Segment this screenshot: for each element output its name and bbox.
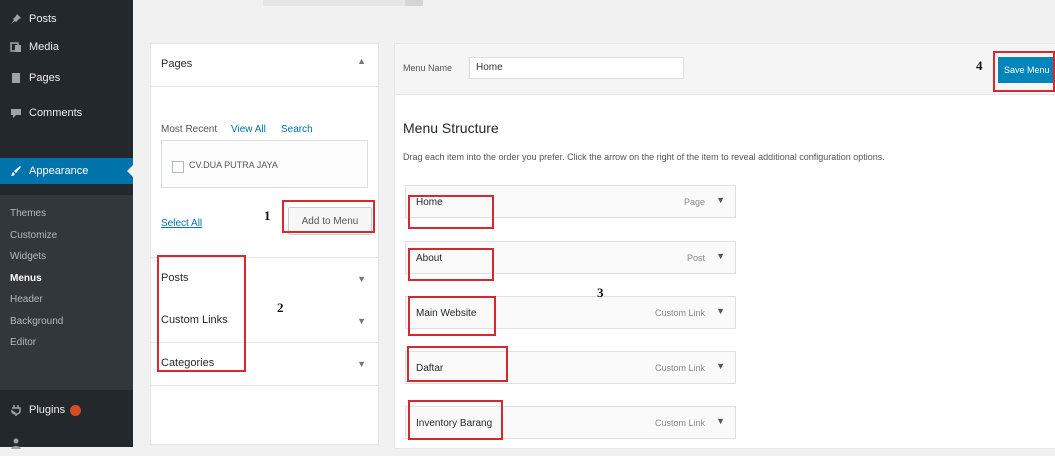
nav-label: Pages: [29, 72, 61, 84]
caret-down-icon[interactable]: ▼: [357, 274, 366, 284]
submenu-header[interactable]: Header: [10, 294, 43, 305]
nav-media[interactable]: Media: [0, 34, 133, 60]
menu-name-label: Menu Name: [403, 63, 453, 73]
expand-arrow-icon[interactable]: ▼: [716, 251, 725, 261]
highlight-home: [408, 195, 494, 229]
top-tab-2[interactable]: [405, 0, 423, 6]
menu-editor-panel: Menu Name Home Save Menu Menu Structure …: [394, 43, 1055, 449]
admin-sidebar: Posts Media Pages Comments Appearance Th…: [0, 0, 133, 449]
highlight-add-to-menu: [282, 200, 375, 233]
plugin-icon: [9, 403, 23, 417]
paintbrush-icon: [9, 164, 23, 178]
submenu-menus[interactable]: Menus: [10, 273, 42, 284]
add-menu-items-panel: Pages ▲ Most Recent View All Search CV.D…: [150, 43, 379, 445]
highlight-daftar: [407, 346, 508, 382]
step-number-1: 1: [264, 208, 271, 223]
submenu-widgets[interactable]: Widgets: [10, 251, 46, 262]
menu-item-type: Page: [683, 197, 705, 207]
menu-item-type: Custom Link: [654, 418, 705, 428]
menu-header: Menu Name Home Save Menu: [395, 44, 1055, 95]
top-tab-1[interactable]: [263, 0, 405, 6]
caret-down-icon[interactable]: ▼: [357, 316, 366, 326]
tab-search[interactable]: Search: [281, 124, 313, 135]
submenu-themes[interactable]: Themes: [10, 208, 46, 219]
menu-structure-description: Drag each item into the order you prefer…: [403, 152, 885, 162]
submenu-background[interactable]: Background: [10, 316, 63, 327]
highlight-sections: [157, 255, 246, 372]
highlight-main-website: [408, 296, 496, 336]
nav-plugins[interactable]: Plugins: [0, 397, 133, 423]
nav-label: Plugins: [29, 404, 66, 416]
media-icon: [9, 40, 23, 54]
expand-arrow-icon[interactable]: ▼: [716, 306, 725, 316]
submenu-customize[interactable]: Customize: [10, 230, 57, 241]
tab-view-all[interactable]: View All: [231, 124, 266, 135]
pages-section-title: Pages: [161, 58, 193, 70]
highlight-inventory-barang: [408, 400, 503, 440]
menu-name-input[interactable]: Home: [469, 57, 684, 79]
nav-label: Comments: [29, 107, 83, 119]
step-number-3: 3: [597, 285, 604, 300]
step-number-2: 2: [277, 300, 284, 315]
caret-up-icon[interactable]: ▲: [357, 56, 366, 66]
pages-checklist: CV.DUA PUTRA JAYA: [161, 140, 368, 188]
menu-item-type: Custom Link: [654, 308, 705, 318]
menu-structure-title: Menu Structure: [403, 120, 499, 136]
menu-item-type: Custom Link: [654, 363, 705, 373]
appearance-submenu: Themes Customize Widgets Menus Header Ba…: [0, 195, 133, 390]
nav-label: Posts: [29, 13, 57, 25]
tab-most-recent[interactable]: Most Recent: [161, 124, 217, 135]
select-all-link[interactable]: Select All: [161, 218, 202, 229]
nav-posts[interactable]: Posts: [0, 6, 133, 32]
nav-label: Appearance: [29, 165, 89, 177]
pin-icon: [9, 12, 23, 26]
nav-users-partial[interactable]: [0, 430, 133, 456]
nav-comments[interactable]: Comments: [0, 100, 133, 126]
step-number-4: 4: [976, 58, 983, 73]
pages-icon: [9, 71, 23, 85]
expand-arrow-icon[interactable]: ▼: [716, 416, 725, 426]
menu-item-type: Post: [686, 253, 705, 263]
comments-icon: [9, 106, 23, 120]
expand-arrow-icon[interactable]: ▼: [716, 195, 725, 205]
nav-label: Media: [29, 41, 59, 53]
page-checkbox-label: CV.DUA PUTRA JAYA: [189, 160, 278, 170]
nav-pages[interactable]: Pages: [0, 65, 133, 91]
page-checkbox[interactable]: [172, 161, 184, 173]
update-count-badge: [70, 404, 82, 416]
highlight-about: [408, 248, 494, 281]
user-icon: [9, 436, 23, 450]
pages-section-header[interactable]: Pages ▲: [151, 44, 378, 87]
highlight-save-menu: [993, 51, 1055, 92]
submenu-editor[interactable]: Editor: [10, 337, 36, 348]
expand-arrow-icon[interactable]: ▼: [716, 361, 725, 371]
nav-appearance[interactable]: Appearance: [0, 158, 133, 184]
caret-down-icon[interactable]: ▼: [357, 359, 366, 369]
pages-tabs: Most Recent View All Search: [161, 119, 366, 141]
top-toolbar: [133, 0, 1055, 22]
